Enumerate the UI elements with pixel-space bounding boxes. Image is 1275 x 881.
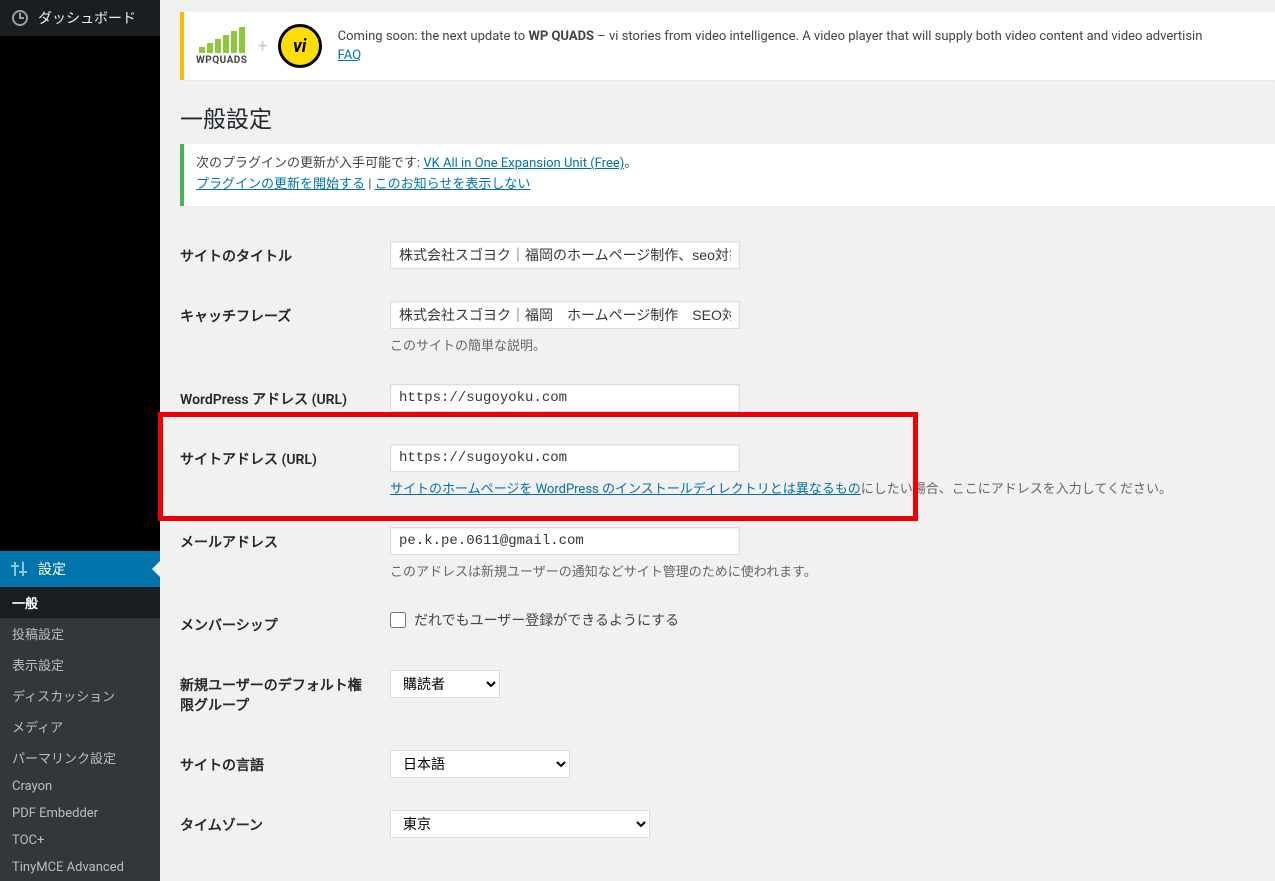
membership-checkbox-label[interactable]: だれでもユーザー登録ができるようにする <box>390 610 679 630</box>
sidebar-sub-pdf[interactable]: PDF Embedder <box>0 800 160 827</box>
membership-checkbox-text: だれでもユーザー登録ができるようにする <box>414 610 679 630</box>
default-role-label: 新規ユーザーのデフォルト権限グループ <box>180 655 380 735</box>
sidebar-sub-reading[interactable]: 表示設定 <box>0 649 160 680</box>
wpquads-logo: WPQUADS <box>196 27 247 66</box>
email-desc: このアドレスは新規ユーザーの通知などサイト管理のために使われます。 <box>390 561 1265 580</box>
bars-icon <box>199 27 245 53</box>
vi-logo-icon: vi <box>278 24 322 68</box>
sidebar-item-label: ダッシュボード <box>38 8 136 28</box>
timezone-select[interactable]: 東京 <box>390 810 650 838</box>
sidebar-gap <box>0 36 160 551</box>
start-update-link[interactable]: プラグインの更新を開始する <box>196 177 365 192</box>
tagline-input[interactable] <box>390 301 740 329</box>
default-role-select[interactable]: 購読者 <box>390 670 500 698</box>
timezone-label: タイムゾーン <box>180 795 380 855</box>
tagline-desc: このサイトの簡単な説明。 <box>390 335 1265 354</box>
email-input[interactable] <box>390 527 740 555</box>
sliders-icon <box>10 559 30 579</box>
update-dot: 。 <box>624 156 637 171</box>
wp-url-input[interactable] <box>390 384 740 412</box>
notice-logos: WPQUADS + vi <box>196 24 322 68</box>
site-url-desc-link[interactable]: サイトのホームページを WordPress のインストールディレクトリとは異なる… <box>390 482 861 497</box>
sidebar-sub-permalink[interactable]: パーマリンク設定 <box>0 742 160 773</box>
notice-text-suffix: – vi stories from video intelligence. A … <box>594 29 1202 44</box>
plugin-update-link[interactable]: VK All in One Expansion Unit (Free) <box>423 156 624 171</box>
sidebar-sub-general[interactable]: 一般 <box>0 587 160 618</box>
update-prefix: 次のプラグインの更新が入手可能です: <box>196 156 423 171</box>
notice-text: Coming soon: the next update to WP QUADS… <box>338 27 1203 66</box>
sidebar-sub-writing[interactable]: 投稿設定 <box>0 618 160 649</box>
sidebar-item-settings[interactable]: 設定 <box>0 551 160 587</box>
sidebar-sub-crayon[interactable]: Crayon <box>0 773 160 800</box>
main-content: WPQUADS + vi Coming soon: the next updat… <box>160 0 1275 881</box>
sidebar-sub-discussion[interactable]: ディスカッション <box>0 680 160 711</box>
wp-url-label: WordPress アドレス (URL) <box>180 369 380 429</box>
site-title-label: サイトのタイトル <box>180 226 380 286</box>
wpquads-logo-text: WPQUADS <box>196 55 247 66</box>
sidebar-item-dashboard[interactable]: ダッシュボード <box>0 0 160 36</box>
email-label: メールアドレス <box>180 512 380 595</box>
membership-label: メンバーシップ <box>180 595 380 655</box>
page-title: 一般設定 <box>180 100 1275 134</box>
site-title-input[interactable] <box>390 241 740 269</box>
notice-faq-link[interactable]: FAQ <box>338 48 361 63</box>
site-url-input[interactable] <box>390 444 740 472</box>
wpquads-notice: WPQUADS + vi Coming soon: the next updat… <box>180 12 1275 80</box>
language-label: サイトの言語 <box>180 735 380 795</box>
notice-text-prefix: Coming soon: the next update to <box>338 29 529 44</box>
sidebar-sub-tinymce[interactable]: TinyMCE Advanced <box>0 854 160 881</box>
notice-text-bold: WP QUADS <box>528 29 594 44</box>
site-url-label: サイトアドレス (URL) <box>180 429 380 512</box>
tagline-label: キャッチフレーズ <box>180 286 380 369</box>
dashboard-icon <box>10 8 30 28</box>
membership-checkbox[interactable] <box>390 612 406 628</box>
plus-icon: + <box>257 36 267 57</box>
language-select[interactable]: 日本語 <box>390 750 570 778</box>
sidebar-sub-media[interactable]: メディア <box>0 711 160 742</box>
update-sep: | <box>365 177 375 192</box>
site-url-desc: サイトのホームページを WordPress のインストールディレクトリとは異なる… <box>390 478 1265 497</box>
plugin-update-notice: 次のプラグインの更新が入手可能です: VK All in One Expansi… <box>180 144 1275 206</box>
settings-form-table: サイトのタイトル キャッチフレーズ このサイトの簡単な説明。 WordPress… <box>180 226 1275 855</box>
sidebar-item-label: 設定 <box>38 559 66 579</box>
admin-sidebar: ダッシュボード 設定 一般 投稿設定 表示設定 ディスカッション メディア パー… <box>0 0 160 881</box>
sidebar-sub-toc[interactable]: TOC+ <box>0 827 160 854</box>
site-url-desc-suffix: にしたい場合、ここにアドレスを入力してください。 <box>861 482 1172 497</box>
dismiss-notice-link[interactable]: このお知らせを表示しない <box>375 177 531 192</box>
